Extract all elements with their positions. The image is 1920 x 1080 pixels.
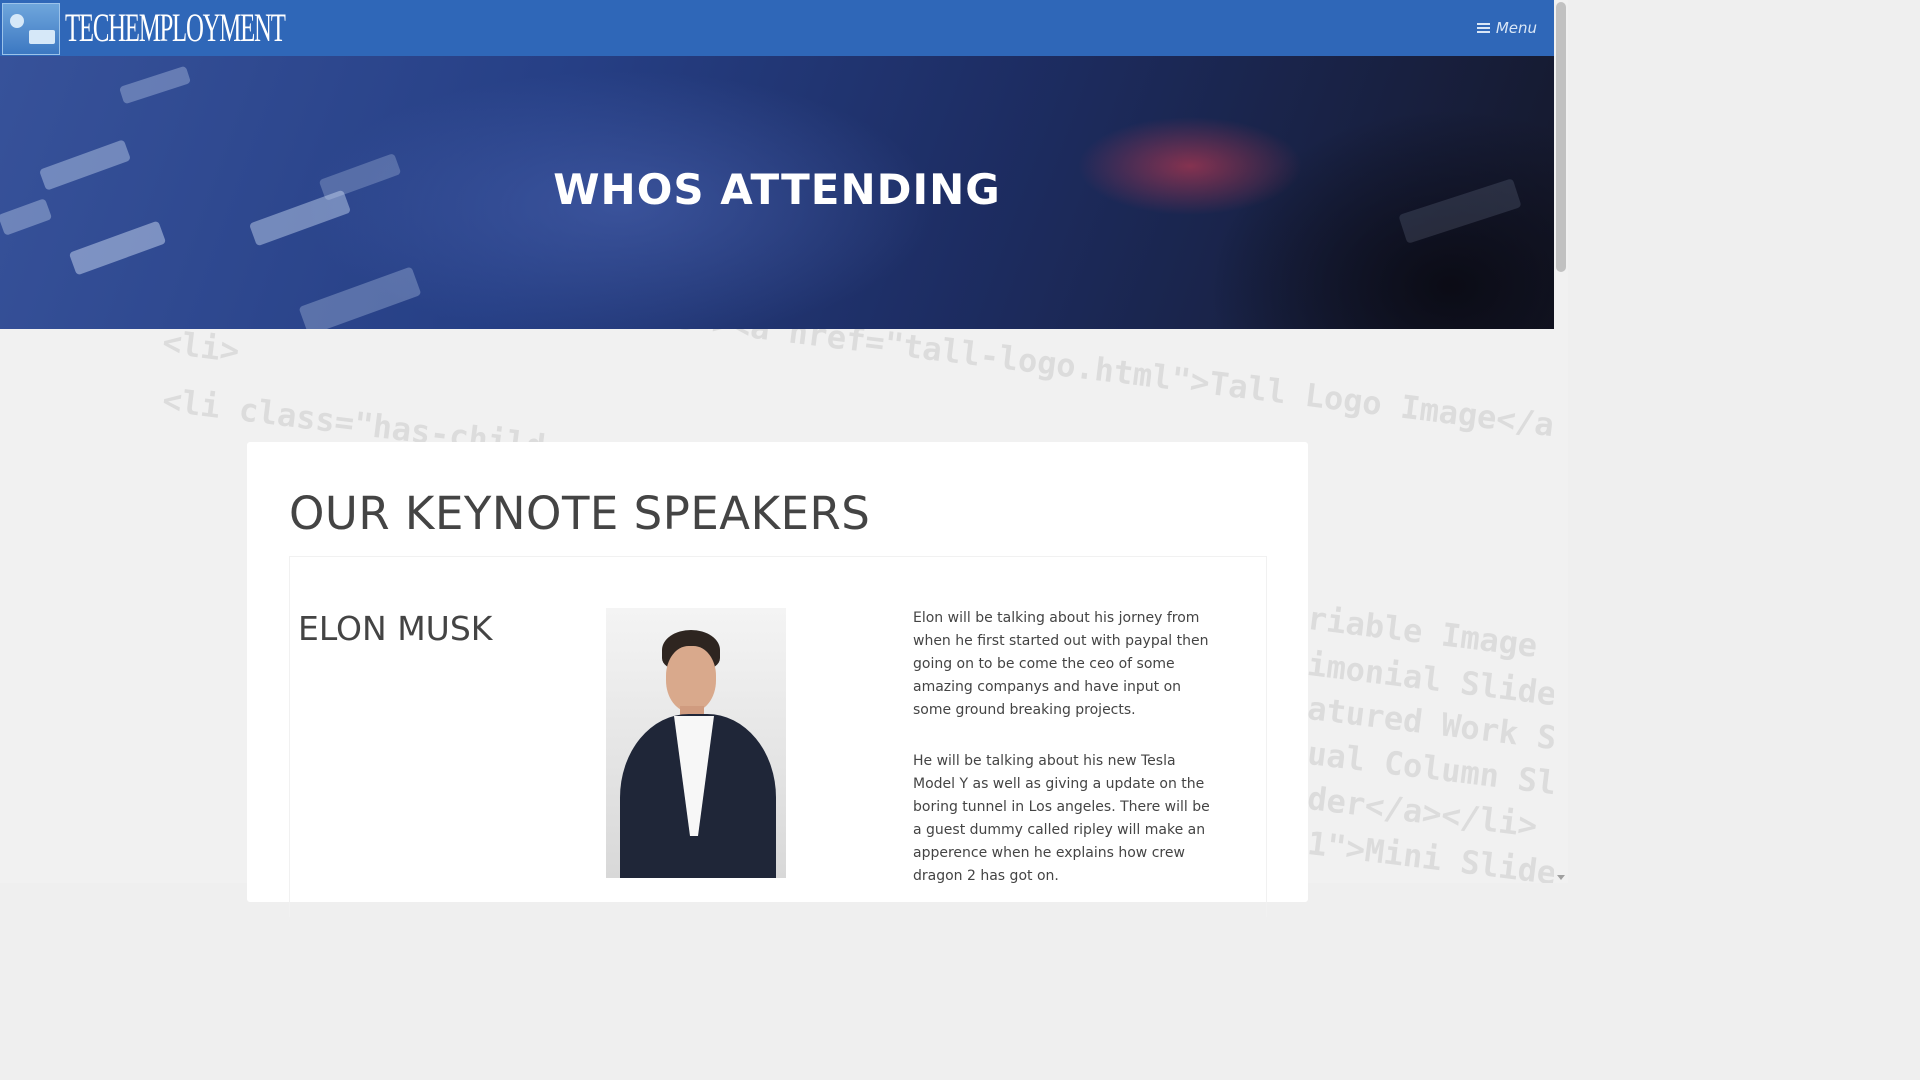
hero-banner: WHOS ATTENDING (0, 56, 1554, 329)
code-text-line: <li> (160, 329, 242, 371)
page-scrollbar[interactable] (1554, 0, 1568, 883)
speaker-bio-paragraph: Elon will be talking about his jorney fr… (913, 610, 1209, 718)
speaker-name: ELON MUSK (298, 609, 493, 648)
logo-text: TECHEMPLOYMENT (65, 5, 286, 50)
top-navigation-bar: TECHEMPLOYMENT Menu (0, 0, 1554, 56)
speakers-card: OUR KEYNOTE SPEAKERS ELON MUSK Elon will… (247, 442, 1308, 917)
code-text-line: ative"><a href="tall-logo.html">Tall Log… (595, 329, 1554, 447)
speaker-bio-paragraph: He will be talking about his new Tesla M… (913, 753, 1210, 884)
hamburger-icon (1476, 21, 1490, 35)
speaker-bio: Elon will be talking about his jorney fr… (913, 607, 1213, 916)
scroll-down-arrow-icon[interactable] (1557, 875, 1565, 880)
section-title: OUR KEYNOTE SPEAKERS (289, 487, 871, 540)
speaker-entry: ELON MUSK Elon will be talking about his… (289, 556, 1267, 917)
scrollbar-thumb[interactable] (1556, 2, 1566, 272)
menu-button[interactable]: Menu (1476, 0, 1537, 56)
speaker-photo (606, 608, 786, 878)
menu-label: Menu (1495, 19, 1537, 37)
logo-icon (2, 3, 60, 55)
site-logo[interactable]: TECHEMPLOYMENT (0, 0, 419, 56)
hero-title: WHOS ATTENDING (553, 165, 1001, 214)
